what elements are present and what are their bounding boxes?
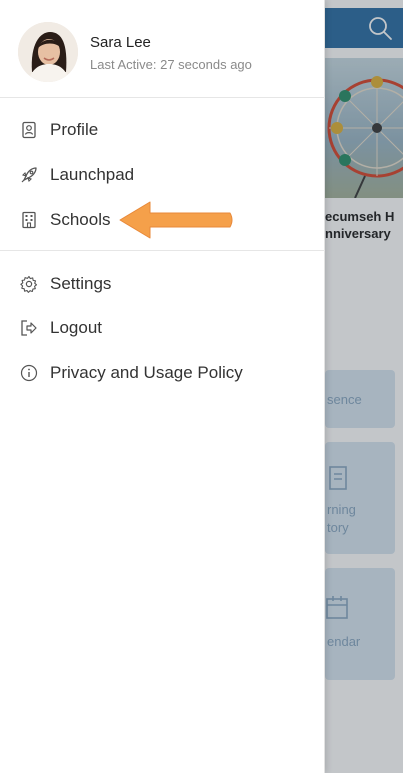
menu-item-label: Profile [50, 120, 99, 139]
menu-divider [0, 250, 325, 251]
menu-item-launchpad[interactable]: Launchpad [0, 155, 325, 195]
menu-item-label: Logout [50, 318, 102, 337]
menu-item-label: Settings [50, 274, 112, 293]
rocket-icon [21, 167, 37, 183]
logout-icon [21, 320, 37, 336]
user-header[interactable]: Sara Lee Last Active: 27 seconds ago [0, 8, 325, 98]
avatar[interactable] [18, 22, 78, 82]
gear-icon [20, 275, 38, 293]
avatar-photo [18, 22, 78, 82]
menu-item-settings[interactable]: Settings [0, 264, 325, 304]
highlight-arrow [119, 201, 233, 239]
user-last-active: Last Active: 27 seconds ago [90, 57, 252, 72]
navigation-drawer: Sara Lee Last Active: 27 seconds ago Pro… [0, 0, 325, 773]
menu-item-label: Launchpad [50, 165, 135, 184]
menu-item-privacy-policy[interactable]: Privacy and Usage Policy [0, 353, 325, 393]
menu-item-label: Schools [50, 210, 111, 229]
menu-item-label: Privacy and Usage Policy [50, 363, 243, 382]
drawer-scrim[interactable] [325, 0, 403, 773]
user-name: Sara Lee [90, 34, 151, 51]
info-icon [20, 364, 38, 382]
menu-item-profile[interactable]: Profile [0, 110, 325, 150]
menu-item-logout[interactable]: Logout [0, 308, 325, 348]
profile-icon [22, 121, 36, 139]
building-icon [22, 211, 36, 229]
